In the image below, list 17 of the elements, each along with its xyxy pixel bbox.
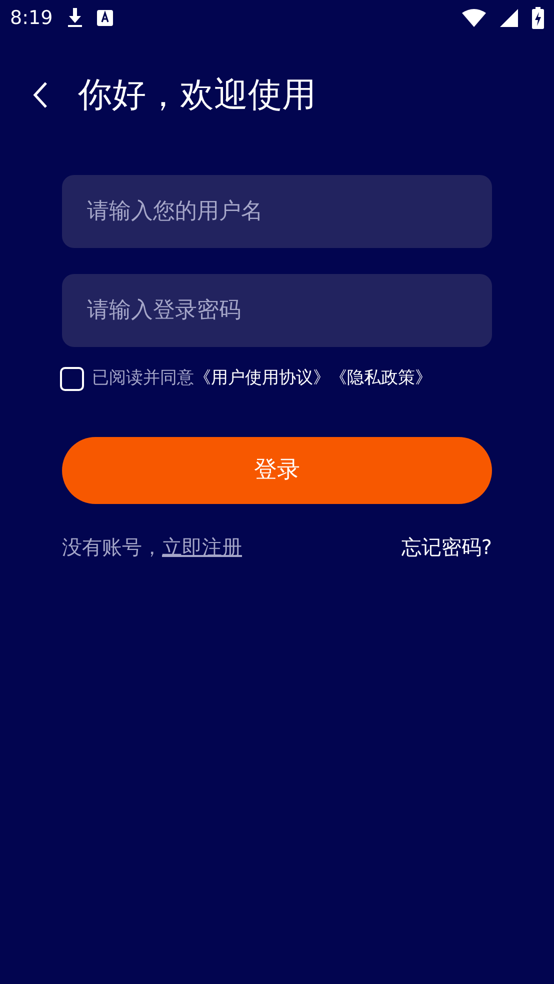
username-field[interactable]: 请输入您的用户名	[62, 175, 492, 248]
page-title: 你好，欢迎使用	[78, 74, 316, 116]
no-account-text: 没有账号，立即注册	[62, 534, 242, 560]
register-link[interactable]: 立即注册	[162, 534, 242, 558]
status-time: 8:19	[10, 6, 53, 31]
forgot-password-link[interactable]: 忘记密码?	[401, 532, 492, 562]
password-field[interactable]: 请输入登录密码	[62, 274, 492, 347]
battery-icon	[532, 7, 544, 29]
download-icon	[66, 8, 83, 28]
policy-link[interactable]: 《隐私政策》	[330, 368, 432, 388]
policy-link[interactable]: 《用户使用协议》	[194, 368, 330, 388]
agreement-text: 已阅读并同意《用户使用协议》《隐私政策》	[92, 367, 432, 390]
keyboard-app-icon	[96, 10, 113, 26]
signal-icon	[500, 9, 518, 27]
back-icon	[32, 81, 48, 109]
wifi-icon	[462, 9, 486, 27]
agreement-checkbox[interactable]	[60, 366, 84, 391]
